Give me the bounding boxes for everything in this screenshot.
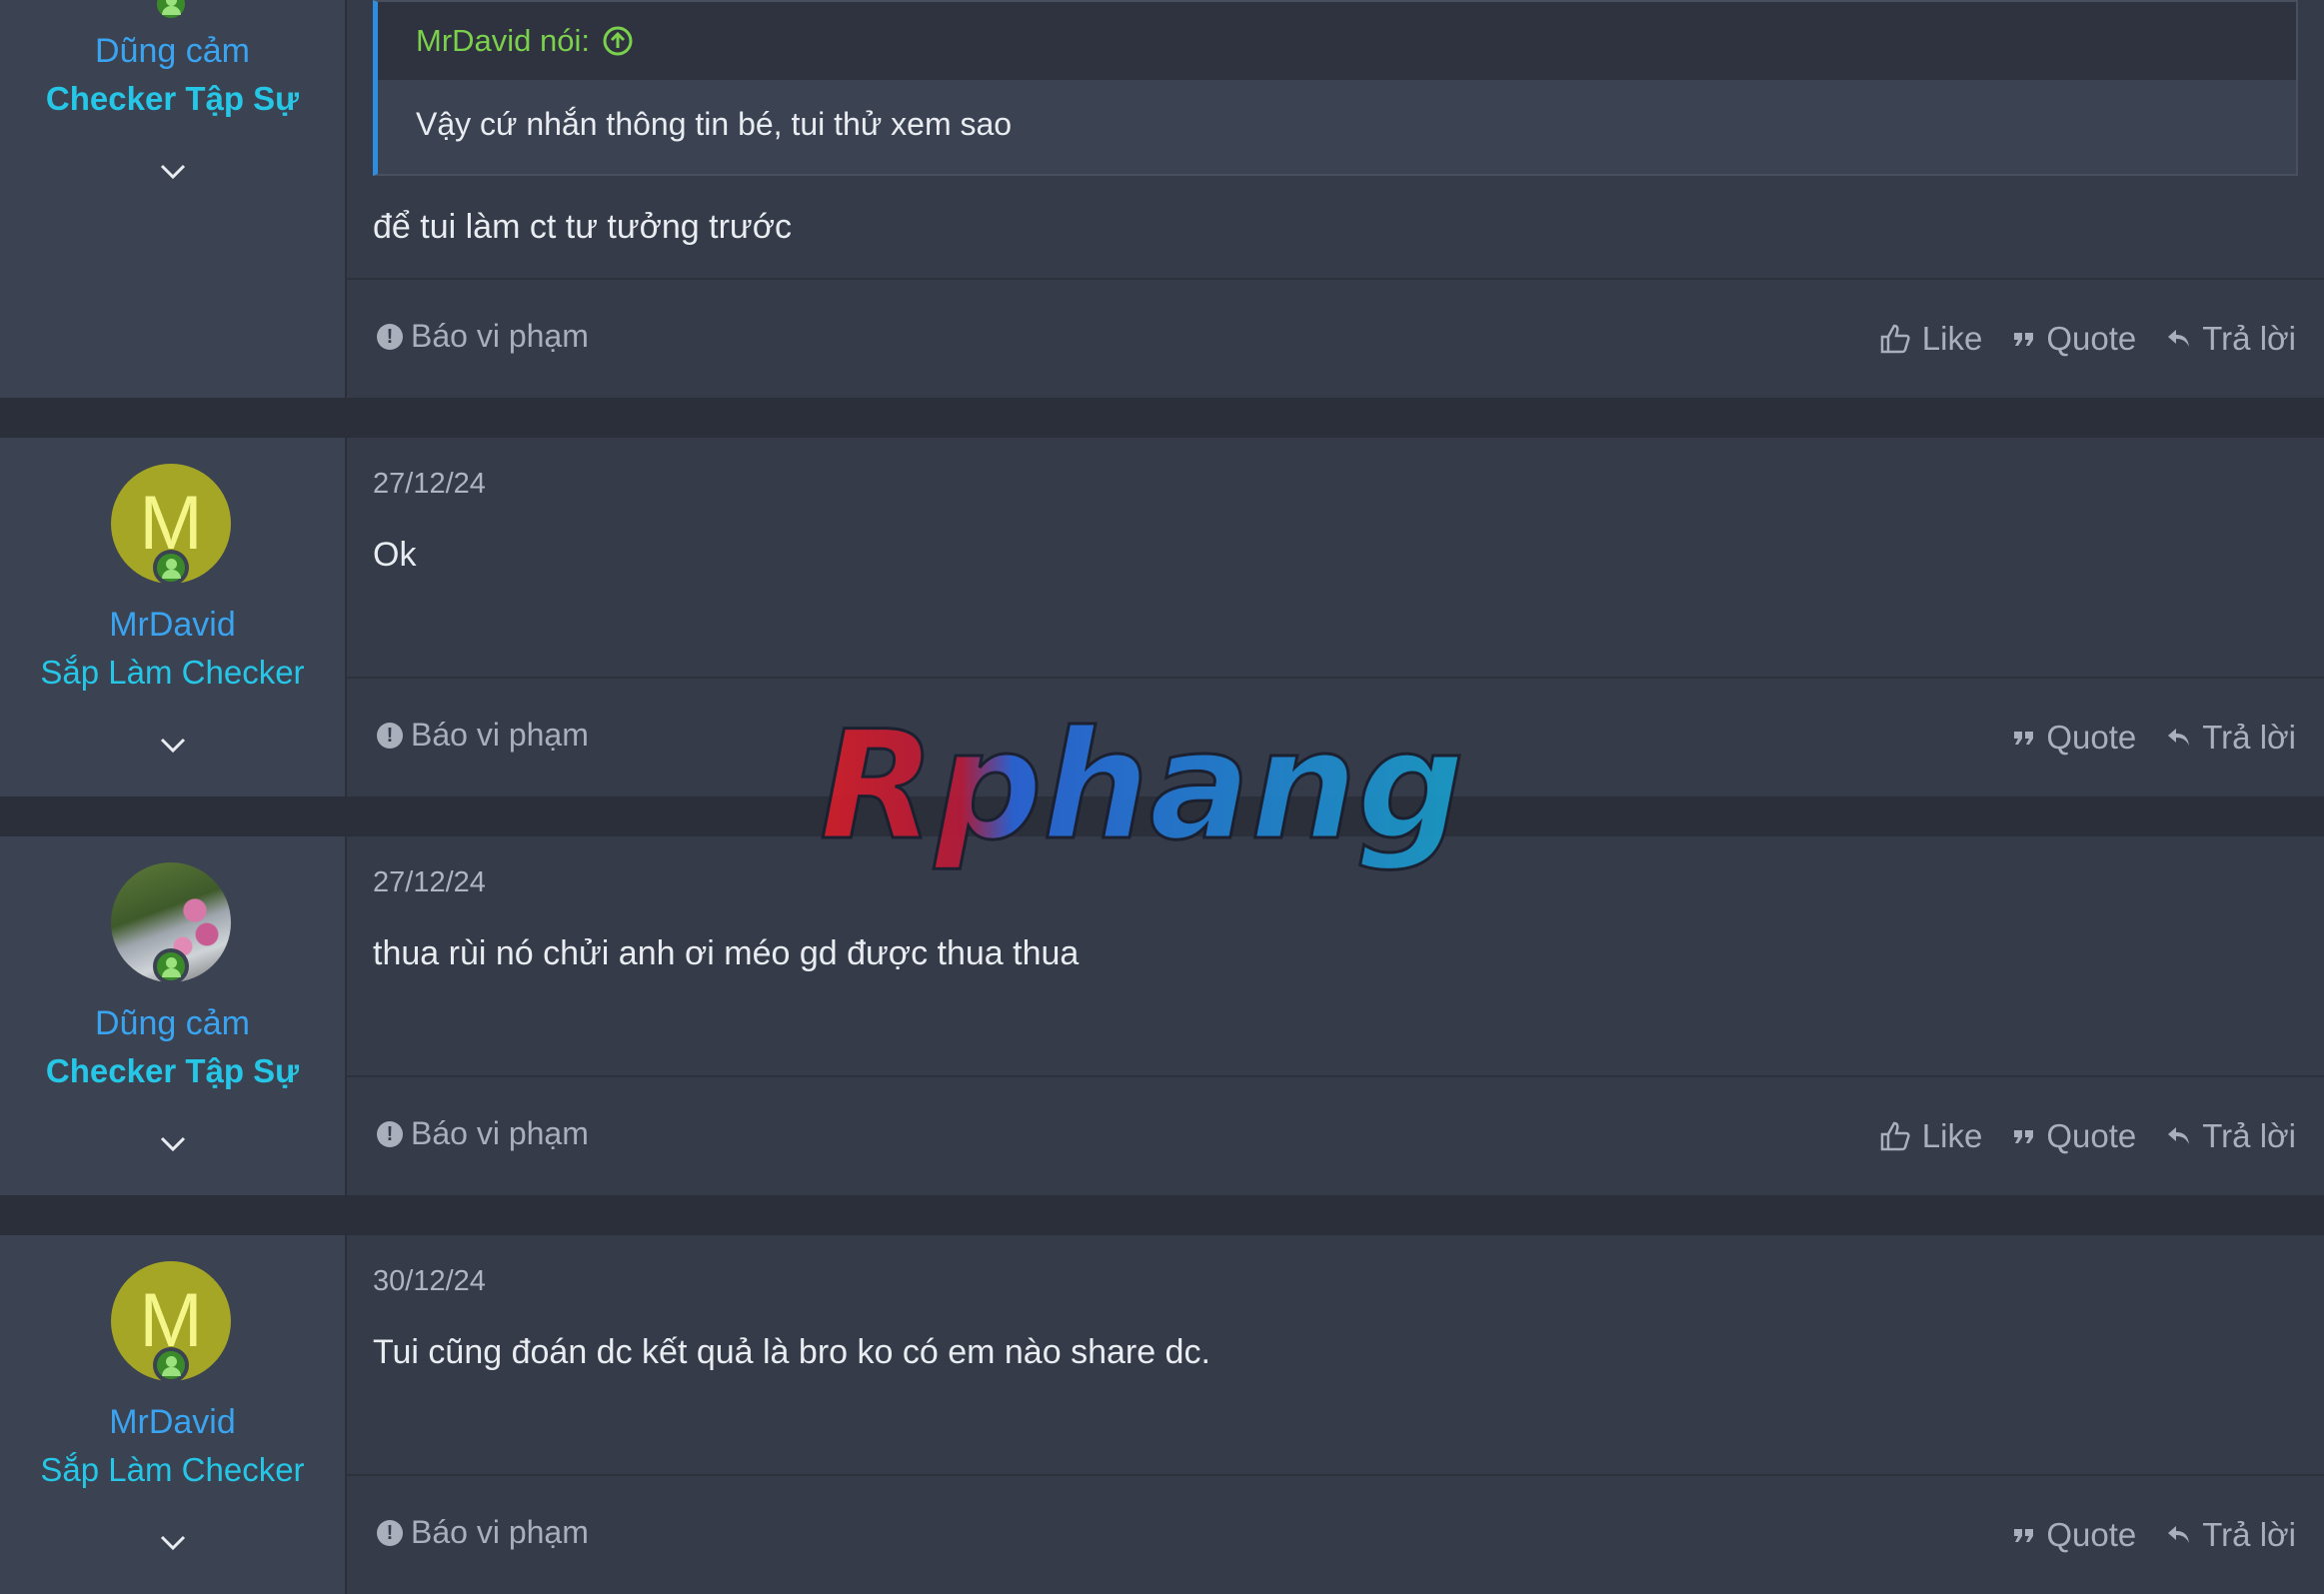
post-date[interactable]: 30/12/24 — [373, 1265, 486, 1298]
like-button[interactable]: Like — [1878, 320, 1983, 358]
quote-label: Quote — [2046, 320, 2137, 357]
reply-button[interactable]: Trả lời — [2166, 1117, 2296, 1155]
post-actions: Like Quote Trả lời — [1878, 320, 2296, 358]
warning-icon: ! — [377, 1120, 403, 1147]
post-date[interactable]: 27/12/24 — [373, 866, 486, 899]
post-actions: Quote Trả lời — [2012, 719, 2296, 757]
user-info: M MrDavid Sắp Làm Checker — [0, 438, 347, 797]
arrow-up-circle-icon[interactable] — [602, 25, 634, 57]
quote-text: Vậy cứ nhắn thông tin bé, tui thử xem sa… — [416, 106, 1013, 142]
user-title: Sắp Làm Checker — [40, 654, 305, 691]
quote-button[interactable]: Quote — [2012, 1117, 2136, 1155]
report-label: Báo vi phạm — [411, 717, 589, 753]
reply-icon — [2168, 1526, 2190, 1543]
user-title: Sắp Làm Checker — [40, 1451, 305, 1488]
quote-block: MrDavid nói: Vậy cứ nhắn thông tin bé, t… — [373, 0, 2298, 176]
report-label: Báo vi phạm — [411, 318, 589, 354]
post-main: MrDavid nói: Vậy cứ nhắn thông tin bé, t… — [347, 0, 2324, 398]
reply-button[interactable]: Trả lời — [2166, 320, 2296, 358]
online-status-icon — [153, 550, 189, 586]
user-title: Checker Tập Sự — [45, 80, 300, 117]
quote-header[interactable]: MrDavid nói: — [378, 2, 2296, 80]
post-footer: ! Báo vi phạm Like Quote Trả lời — [347, 1075, 2324, 1197]
post: Dũng cảm Checker Tập Sự 27/12/24 thua rù… — [0, 836, 2324, 1195]
like-button[interactable]: Like — [1878, 1117, 1983, 1155]
username-link[interactable]: Dũng cảm — [0, 1004, 345, 1043]
user-info: Dũng cảm Checker Tập Sự — [0, 0, 347, 398]
post-footer: ! Báo vi phạm Quote Trả lời — [347, 1474, 2324, 1594]
quote-icon — [2014, 1529, 2034, 1542]
quote-author[interactable]: MrDavid nói: — [416, 23, 590, 59]
reply-icon — [2168, 330, 2190, 347]
quote-button[interactable]: Quote — [2012, 1516, 2136, 1554]
quote-icon — [2014, 333, 2034, 346]
quote-button[interactable]: Quote — [2012, 320, 2136, 358]
post-main: 27/12/24 thua rùi nó chửi anh ơi méo gd … — [347, 836, 2324, 1195]
username-link[interactable]: MrDavid — [0, 1403, 345, 1442]
reply-label: Trả lời — [2202, 719, 2296, 756]
reply-icon — [2168, 729, 2190, 746]
post-body: để tui làm ct tư tưởng trước — [373, 208, 792, 246]
user-title: Checker Tập Sự — [45, 1052, 300, 1089]
quote-label: Quote — [2046, 1117, 2137, 1154]
post-main: 30/12/24 Tui cũng đoán dc kết quả là bro… — [347, 1235, 2324, 1594]
online-status-icon — [153, 948, 189, 984]
thread-page: Dũng cảm Checker Tập Sự MrDavid nói: Vậy… — [0, 0, 2324, 1594]
thumbs-up-icon — [1880, 1121, 1910, 1151]
post-date[interactable]: 27/12/24 — [373, 468, 486, 501]
online-status-icon — [153, 0, 189, 22]
warning-icon: ! — [377, 323, 403, 350]
thumbs-up-icon — [1880, 324, 1910, 354]
post-quoted: Dũng cảm Checker Tập Sự MrDavid nói: Vậy… — [0, 0, 2324, 398]
chevron-down-icon[interactable] — [159, 157, 187, 185]
rphang-watermark-logo: Rphang — [819, 700, 1466, 875]
report-label: Báo vi phạm — [411, 1514, 589, 1550]
reply-icon — [2168, 1127, 2190, 1144]
like-label: Like — [1921, 320, 1983, 357]
user-info: Dũng cảm Checker Tập Sự — [0, 836, 347, 1195]
quote-icon — [2014, 732, 2034, 745]
chevron-down-icon[interactable] — [159, 1129, 187, 1157]
warning-icon: ! — [377, 1519, 403, 1546]
quote-label: Quote — [2046, 719, 2137, 756]
username-link[interactable]: MrDavid — [0, 606, 345, 645]
reply-button[interactable]: Trả lời — [2166, 1516, 2296, 1554]
username-link[interactable]: Dũng cảm — [0, 32, 345, 71]
watermark-text: Rphang — [820, 700, 1464, 873]
quote-button[interactable]: Quote — [2012, 719, 2136, 757]
online-status-icon — [153, 1347, 189, 1383]
quote-icon — [2014, 1130, 2034, 1143]
quote-label: Quote — [2046, 1516, 2137, 1553]
report-label: Báo vi phạm — [411, 1115, 589, 1151]
like-label: Like — [1921, 1117, 1983, 1154]
warning-icon: ! — [377, 722, 403, 749]
user-info: M MrDavid Sắp Làm Checker — [0, 1235, 347, 1594]
reply-label: Trả lời — [2202, 320, 2296, 357]
post: M MrDavid Sắp Làm Checker 30/12/24 Tui c… — [0, 1235, 2324, 1594]
report-button[interactable]: ! Báo vi phạm — [377, 1514, 589, 1551]
post-footer: ! Báo vi phạm Like Quote Trả lời — [347, 278, 2324, 400]
post-body: thua rùi nó chửi anh ơi méo gd được thua… — [373, 934, 1080, 972]
post-body: Tui cũng đoán dc kết quả là bro ko có em… — [373, 1333, 1210, 1371]
post-actions: Quote Trả lời — [2012, 1516, 2296, 1554]
reply-label: Trả lời — [2202, 1117, 2296, 1154]
post-actions: Like Quote Trả lời — [1878, 1117, 2296, 1155]
report-button[interactable]: ! Báo vi phạm — [377, 717, 589, 754]
report-button[interactable]: ! Báo vi phạm — [377, 318, 589, 355]
report-button[interactable]: ! Báo vi phạm — [377, 1115, 589, 1152]
chevron-down-icon[interactable] — [159, 731, 187, 759]
post-body: Ok — [373, 536, 417, 574]
reply-label: Trả lời — [2202, 1516, 2296, 1553]
chevron-down-icon[interactable] — [159, 1528, 187, 1556]
reply-button[interactable]: Trả lời — [2166, 719, 2296, 757]
